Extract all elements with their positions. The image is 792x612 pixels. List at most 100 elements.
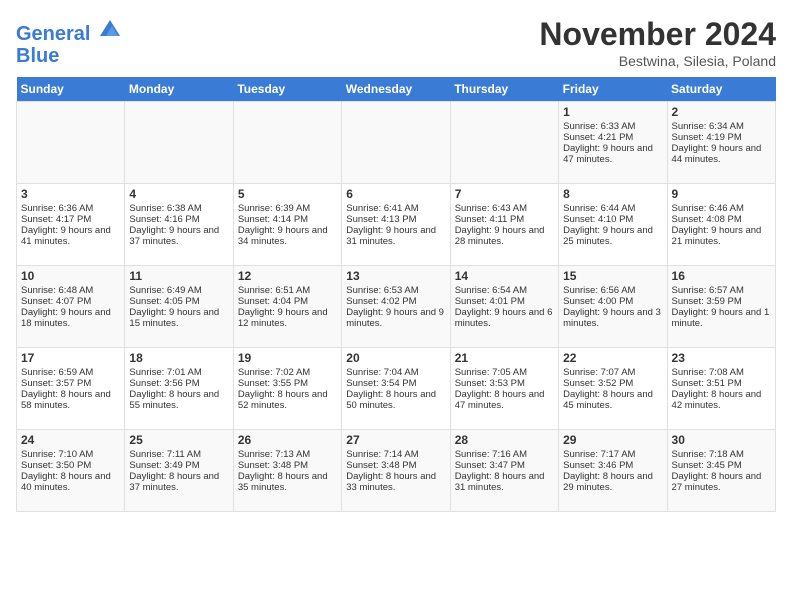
- calendar-week-4: 17Sunrise: 6:59 AMSunset: 3:57 PMDayligh…: [17, 348, 776, 430]
- day-info: Sunset: 3:53 PM: [455, 378, 554, 389]
- day-number: 24: [21, 433, 120, 447]
- day-info: Sunrise: 6:49 AM: [129, 285, 228, 296]
- day-info: Daylight: 8 hours and 40 minutes.: [21, 471, 120, 493]
- day-info: Sunset: 4:08 PM: [672, 214, 771, 225]
- day-info: Sunrise: 7:08 AM: [672, 367, 771, 378]
- logo-general: General: [16, 23, 90, 45]
- day-number: 8: [563, 187, 662, 201]
- day-info: Sunrise: 7:16 AM: [455, 449, 554, 460]
- calendar-cell: 21Sunrise: 7:05 AMSunset: 3:53 PMDayligh…: [450, 348, 558, 430]
- calendar-cell: 20Sunrise: 7:04 AMSunset: 3:54 PMDayligh…: [342, 348, 450, 430]
- calendar-cell: 1Sunrise: 6:33 AMSunset: 4:21 PMDaylight…: [559, 102, 667, 184]
- col-tuesday: Tuesday: [233, 77, 341, 102]
- day-info: Sunrise: 7:01 AM: [129, 367, 228, 378]
- calendar-table: Sunday Monday Tuesday Wednesday Thursday…: [16, 77, 776, 512]
- day-info: Sunrise: 7:13 AM: [238, 449, 337, 460]
- calendar-cell: 12Sunrise: 6:51 AMSunset: 4:04 PMDayligh…: [233, 266, 341, 348]
- day-info: Sunset: 4:04 PM: [238, 296, 337, 307]
- col-friday: Friday: [559, 77, 667, 102]
- calendar-cell: 25Sunrise: 7:11 AMSunset: 3:49 PMDayligh…: [125, 430, 233, 512]
- day-info: Daylight: 9 hours and 34 minutes.: [238, 225, 337, 247]
- day-info: Sunrise: 6:36 AM: [21, 203, 120, 214]
- day-info: Daylight: 8 hours and 33 minutes.: [346, 471, 445, 493]
- day-info: Sunrise: 7:11 AM: [129, 449, 228, 460]
- day-info: Daylight: 8 hours and 45 minutes.: [563, 389, 662, 411]
- day-info: Sunset: 4:14 PM: [238, 214, 337, 225]
- day-number: 9: [672, 187, 771, 201]
- calendar-cell: 30Sunrise: 7:18 AMSunset: 3:45 PMDayligh…: [667, 430, 775, 512]
- day-number: 18: [129, 351, 228, 365]
- day-info: Sunrise: 6:56 AM: [563, 285, 662, 296]
- day-info: Sunset: 3:50 PM: [21, 460, 120, 471]
- calendar-cell: 2Sunrise: 6:34 AMSunset: 4:19 PMDaylight…: [667, 102, 775, 184]
- page-header: General Blue November 2024 Bestwina, Sil…: [16, 16, 776, 69]
- day-info: Daylight: 8 hours and 55 minutes.: [129, 389, 228, 411]
- day-number: 10: [21, 269, 120, 283]
- calendar-cell: 17Sunrise: 6:59 AMSunset: 3:57 PMDayligh…: [17, 348, 125, 430]
- calendar-cell: 23Sunrise: 7:08 AMSunset: 3:51 PMDayligh…: [667, 348, 775, 430]
- day-number: 5: [238, 187, 337, 201]
- day-info: Sunset: 4:10 PM: [563, 214, 662, 225]
- day-info: Sunset: 4:13 PM: [346, 214, 445, 225]
- calendar-cell: 4Sunrise: 6:38 AMSunset: 4:16 PMDaylight…: [125, 184, 233, 266]
- logo-text: General: [16, 16, 122, 45]
- day-info: Sunrise: 6:38 AM: [129, 203, 228, 214]
- calendar-cell: 5Sunrise: 6:39 AMSunset: 4:14 PMDaylight…: [233, 184, 341, 266]
- day-info: Daylight: 9 hours and 6 minutes.: [455, 307, 554, 329]
- calendar-cell: 18Sunrise: 7:01 AMSunset: 3:56 PMDayligh…: [125, 348, 233, 430]
- logo: General Blue: [16, 16, 122, 67]
- calendar-body: 1Sunrise: 6:33 AMSunset: 4:21 PMDaylight…: [17, 102, 776, 512]
- day-number: 4: [129, 187, 228, 201]
- day-info: Daylight: 9 hours and 31 minutes.: [346, 225, 445, 247]
- calendar-cell: 27Sunrise: 7:14 AMSunset: 3:48 PMDayligh…: [342, 430, 450, 512]
- calendar-cell: 16Sunrise: 6:57 AMSunset: 3:59 PMDayligh…: [667, 266, 775, 348]
- day-info: Sunrise: 6:33 AM: [563, 121, 662, 132]
- day-number: 20: [346, 351, 445, 365]
- day-number: 15: [563, 269, 662, 283]
- day-number: 13: [346, 269, 445, 283]
- day-info: Sunset: 4:00 PM: [563, 296, 662, 307]
- day-number: 1: [563, 105, 662, 119]
- day-number: 23: [672, 351, 771, 365]
- day-number: 14: [455, 269, 554, 283]
- day-info: Daylight: 8 hours and 37 minutes.: [129, 471, 228, 493]
- day-info: Sunset: 4:19 PM: [672, 132, 771, 143]
- col-monday: Monday: [125, 77, 233, 102]
- day-number: 11: [129, 269, 228, 283]
- day-number: 26: [238, 433, 337, 447]
- day-number: 7: [455, 187, 554, 201]
- day-info: Daylight: 8 hours and 47 minutes.: [455, 389, 554, 411]
- day-info: Sunrise: 7:07 AM: [563, 367, 662, 378]
- day-info: Sunset: 3:52 PM: [563, 378, 662, 389]
- day-info: Sunrise: 6:44 AM: [563, 203, 662, 214]
- title-area: November 2024 Bestwina, Silesia, Poland: [539, 16, 776, 69]
- day-info: Sunset: 3:54 PM: [346, 378, 445, 389]
- day-number: 3: [21, 187, 120, 201]
- day-number: 22: [563, 351, 662, 365]
- calendar-cell: 11Sunrise: 6:49 AMSunset: 4:05 PMDayligh…: [125, 266, 233, 348]
- day-info: Sunrise: 7:14 AM: [346, 449, 445, 460]
- day-info: Sunrise: 6:41 AM: [346, 203, 445, 214]
- calendar-cell: 10Sunrise: 6:48 AMSunset: 4:07 PMDayligh…: [17, 266, 125, 348]
- calendar-cell: 14Sunrise: 6:54 AMSunset: 4:01 PMDayligh…: [450, 266, 558, 348]
- day-info: Daylight: 8 hours and 31 minutes.: [455, 471, 554, 493]
- day-info: Sunset: 4:11 PM: [455, 214, 554, 225]
- day-info: Daylight: 9 hours and 21 minutes.: [672, 225, 771, 247]
- calendar-cell: [450, 102, 558, 184]
- calendar-week-1: 1Sunrise: 6:33 AMSunset: 4:21 PMDaylight…: [17, 102, 776, 184]
- calendar-cell: 28Sunrise: 7:16 AMSunset: 3:47 PMDayligh…: [450, 430, 558, 512]
- day-info: Daylight: 9 hours and 41 minutes.: [21, 225, 120, 247]
- calendar-cell: 22 Sunrise: 7:07 AMSunset: 3:52 PMDayligh…: [559, 348, 667, 430]
- day-info: Daylight: 8 hours and 35 minutes.: [238, 471, 337, 493]
- day-info: Daylight: 9 hours and 28 minutes.: [455, 225, 554, 247]
- day-number: 29: [563, 433, 662, 447]
- day-info: Daylight: 9 hours and 3 minutes.: [563, 307, 662, 329]
- day-number: 2: [672, 105, 771, 119]
- day-number: 25: [129, 433, 228, 447]
- day-info: Daylight: 9 hours and 37 minutes.: [129, 225, 228, 247]
- day-number: 16: [672, 269, 771, 283]
- day-info: Sunrise: 7:10 AM: [21, 449, 120, 460]
- calendar-cell: [342, 102, 450, 184]
- col-wednesday: Wednesday: [342, 77, 450, 102]
- col-thursday: Thursday: [450, 77, 558, 102]
